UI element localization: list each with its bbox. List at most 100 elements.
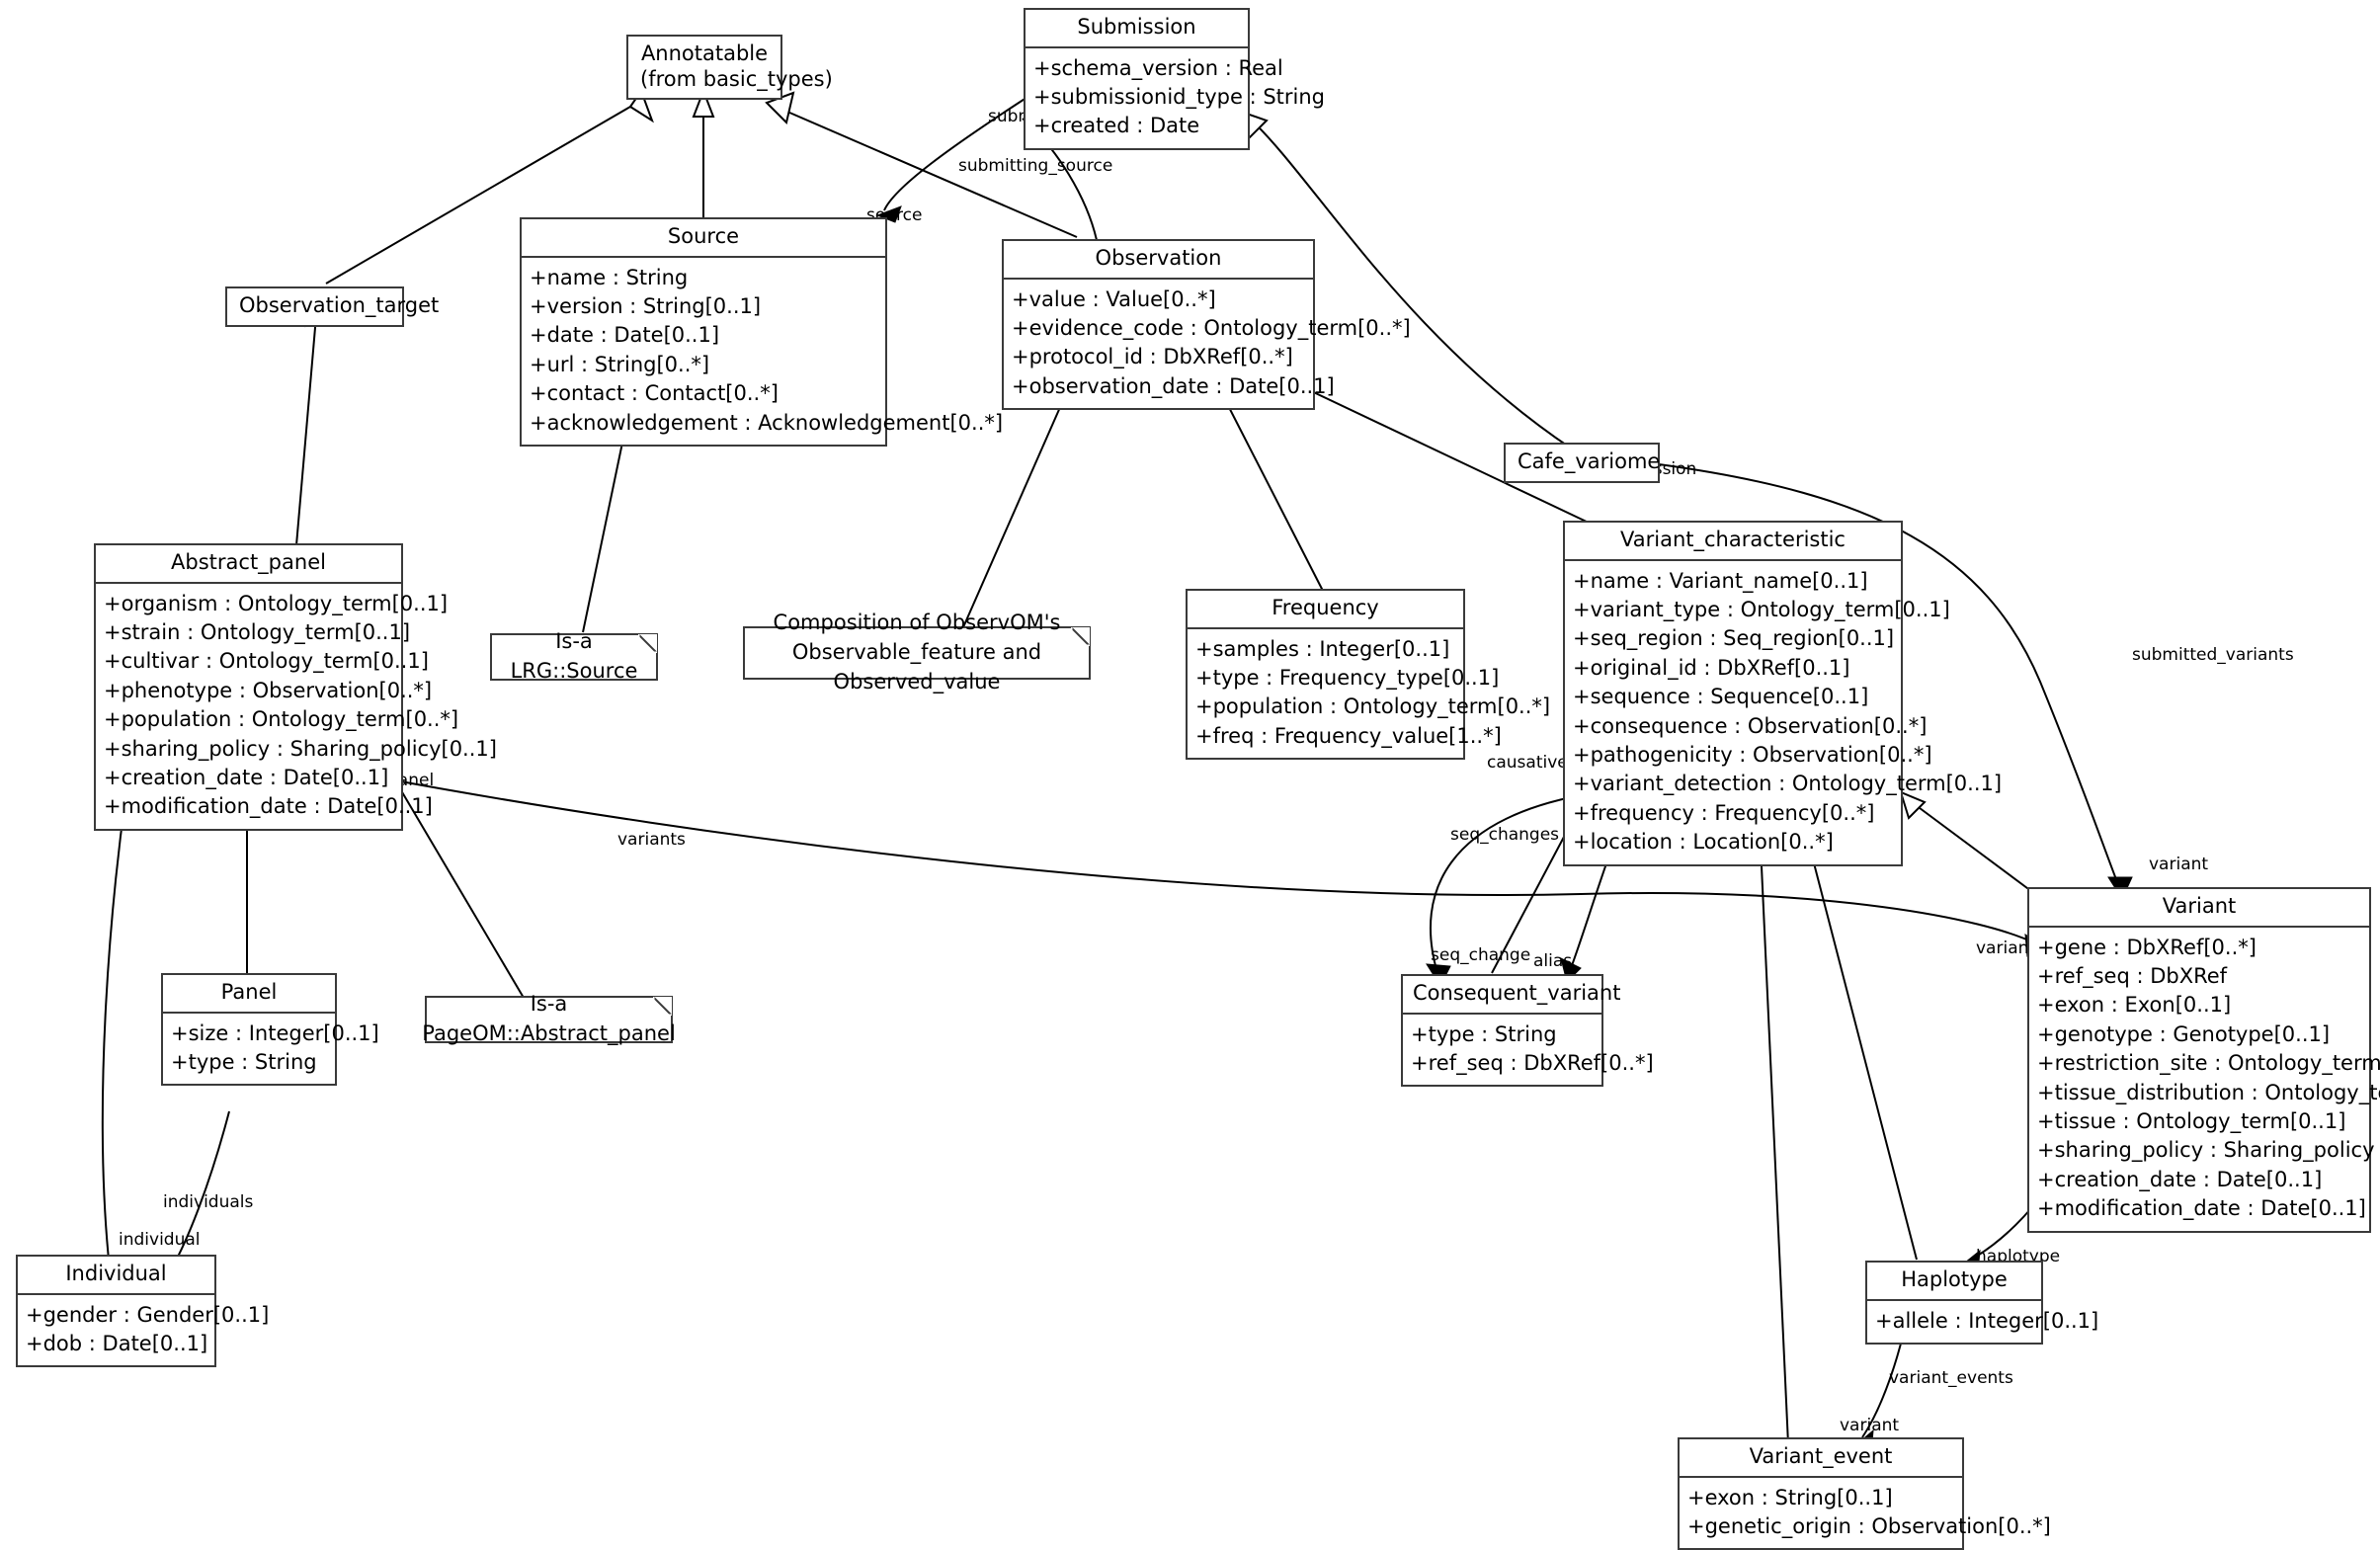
attribute: +variant_detection : Ontology_term[0..1] (1573, 772, 2003, 796)
attribute: +exon : Exon[0..1] (2037, 993, 2232, 1018)
class-haplotype[interactable]: Haplotype +allele : Integer[0..1] (1865, 1261, 2099, 1345)
class-submission[interactable]: Submission +schema_version : Real +submi… (1024, 8, 1326, 150)
edge-variant-variant-characteristic (1911, 801, 2036, 895)
attribute: +dob : Date[0..1] (26, 1332, 208, 1355)
class-observation-target[interactable]: Observation_target (225, 286, 440, 327)
class-name: Variant_characteristic (1620, 528, 1846, 551)
attribute: +schema_version : Real (1033, 55, 1283, 80)
attribute: +sequence : Sequence[0..1] (1573, 685, 1869, 709)
class-name: Frequency (1272, 596, 1379, 619)
note-pageom-abstract-panel[interactable]: Is-a PageOM::Abstract_panel (422, 992, 676, 1045)
attribute: +population : Ontology_term[0..*] (104, 707, 459, 732)
note-text: Is-a PageOM::Abstract_panel (422, 992, 676, 1045)
class-individual[interactable]: Individual +gender : Gender[0..1] +dob :… (16, 1255, 270, 1368)
attribute: +strain : Ontology_term[0..1] (104, 620, 411, 644)
attribute: +freq : Frequency_value[1..*] (1195, 723, 1502, 748)
edge-label-submitted-variants: submitted_variants (2132, 645, 2294, 665)
class-panel[interactable]: Panel +size : Integer[0..1] +type : Stri… (161, 973, 379, 1087)
attribute: +value : Value[0..*] (1012, 286, 1216, 311)
attribute: +version : String[0..1] (530, 294, 762, 318)
edge-label-seq-changes: seq_changes (1450, 825, 1559, 845)
attribute-list: +gender : Gender[0..1] +dob : Date[0..1] (18, 1295, 270, 1366)
attribute: +variant_type : Ontology_term[0..1] (1573, 598, 1950, 621)
attribute: +organism : Ontology_term[0..1] (104, 591, 449, 615)
edge-label-variant-right: variant (2149, 855, 2208, 874)
class-cafe-variome[interactable]: Cafe_variome (1504, 443, 1660, 483)
note-text-line2: Observable_feature and Observed_value (791, 640, 1042, 693)
edge-label-variant-event-in: variant (1840, 1416, 1899, 1435)
attribute: +url : String[0..*] (530, 352, 710, 376)
class-name: Variant (2162, 894, 2237, 918)
class-annotatable[interactable]: Annotatable (from basic_types) (626, 35, 833, 101)
class-name: Abstract_panel (171, 550, 326, 574)
attribute-list: +samples : Integer[0..1] +type : Frequen… (1188, 629, 1550, 759)
attribute: +seq_region : Seq_region[0..1] (1573, 626, 1895, 651)
attribute: +creation_date : Date[0..1] (104, 765, 389, 789)
attribute: +protocol_id : DbXRef[0..*] (1012, 345, 1293, 369)
class-name: Cafe_variome (1518, 449, 1661, 473)
class-frequency[interactable]: Frequency +samples : Integer[0..1] +type… (1186, 589, 1550, 761)
class-name: Source (667, 224, 740, 248)
attribute: +acknowledgement : Acknowledgement[0..*] (530, 410, 1004, 435)
attribute-list: +name : String +version : String[0..1] +… (522, 258, 1004, 445)
note-text: Is-a LRG::Source (510, 629, 638, 683)
attribute: +type : Frequency_type[0..1] (1195, 666, 1500, 690)
attribute: +frequency : Frequency[0..*] (1573, 800, 1875, 825)
class-variant[interactable]: Variant +gene : DbXRef[0..*] +ref_seq : … (2027, 887, 2380, 1233)
attribute: +samples : Integer[0..1] (1195, 636, 1450, 661)
edge-haplotype-variant-characteristic (1797, 801, 1918, 1261)
attribute-list: +organism : Ontology_term[0..1] +strain … (96, 584, 497, 829)
class-name: Observation (1095, 246, 1222, 270)
attribute: +name : Variant_name[0..1] (1573, 568, 1868, 593)
note-text-line1: Composition of ObservOM's (773, 611, 1061, 635)
attribute: +tissue : Ontology_term[0..1] (2037, 1108, 2346, 1133)
attribute: +consequence : Observation[0..*] (1573, 713, 1928, 738)
attribute-list: +value : Value[0..*] +evidence_code : On… (1004, 280, 1411, 409)
attribute-list: +allele : Integer[0..1] (1867, 1301, 2099, 1343)
note-observom-composition[interactable]: Composition of ObservOM's Observable_fea… (743, 611, 1091, 693)
class-name: Variant_event (1749, 1444, 1893, 1468)
attribute: +original_id : DbXRef[0..1] (1573, 655, 1850, 680)
class-source[interactable]: Source +name : String +version : String[… (520, 217, 1004, 447)
class-name: Consequent_variant (1413, 981, 1621, 1005)
attribute-list: +schema_version : Real +submissionid_typ… (1026, 48, 1326, 148)
attribute-list: +type : String +ref_seq : DbXRef[0..*] (1403, 1015, 1654, 1086)
attribute-list: +gene : DbXRef[0..*] +ref_seq : DbXRef +… (2029, 928, 2380, 1231)
attribute: +cultivar : Ontology_term[0..1] (104, 649, 429, 674)
attribute: +exon : String[0..1] (1687, 1485, 1893, 1509)
attribute: +date : Date[0..1] (530, 323, 720, 348)
class-variant-event[interactable]: Variant_event +exon : String[0..1] +gene… (1678, 1437, 2051, 1550)
edge-individual-abstract-panel (101, 789, 127, 1261)
edge-label-individual: individual (119, 1230, 201, 1250)
attribute: +pathogenicity : Observation[0..*] (1573, 742, 1932, 767)
attribute: +modification_date : Date[0..1] (104, 794, 433, 819)
class-consequent-variant[interactable]: Consequent_variant +type : String +ref_s… (1401, 974, 1654, 1088)
edge-variant-event-variant-characteristic (1758, 801, 1789, 1445)
attribute: +gender : Gender[0..1] (26, 1302, 270, 1327)
class-abstract-panel[interactable]: Abstract_panel +organism : Ontology_term… (94, 543, 497, 831)
class-variant-characteristic[interactable]: Variant_characteristic +name : Variant_n… (1563, 521, 2003, 866)
class-name: Panel (220, 980, 278, 1004)
attribute: +sharing_policy : Sharing_policy[0..1] (104, 736, 497, 761)
attribute: +allele : Integer[0..1] (1875, 1308, 2099, 1333)
attribute: +genetic_origin : Observation[0..*] (1687, 1514, 2051, 1538)
attribute: +name : String (530, 265, 689, 289)
attribute: +creation_date : Date[0..1] (2037, 1167, 2323, 1191)
attribute: +type : String (1411, 1021, 1557, 1046)
attribute: +ref_seq : DbXRef (2037, 964, 2228, 988)
attribute: +created : Date (1033, 114, 1200, 138)
note-lrg-source[interactable]: Is-a LRG::Source (490, 629, 658, 683)
attribute-list: +exon : String[0..1] +genetic_origin : O… (1680, 1478, 2051, 1549)
class-name: Annotatable (from basic_types) (628, 37, 833, 98)
edge-label-alias: alias (1533, 951, 1572, 971)
attribute: +type : String (171, 1050, 317, 1074)
edge-label-submitting-source: submitting_source (958, 156, 1112, 176)
attribute: +submissionid_type : String (1033, 85, 1326, 109)
attribute: +restriction_site : Ontology_term[0..1] (2037, 1051, 2380, 1076)
class-name: Submission (1077, 15, 1196, 39)
edge-label-individuals: individuals (163, 1192, 254, 1212)
class-observation[interactable]: Observation +value : Value[0..*] +eviden… (1002, 239, 1411, 411)
class-name: Observation_target (239, 293, 440, 317)
class-name: Individual (65, 1262, 167, 1285)
attribute: +phenotype : Observation[0..*] (104, 678, 433, 702)
